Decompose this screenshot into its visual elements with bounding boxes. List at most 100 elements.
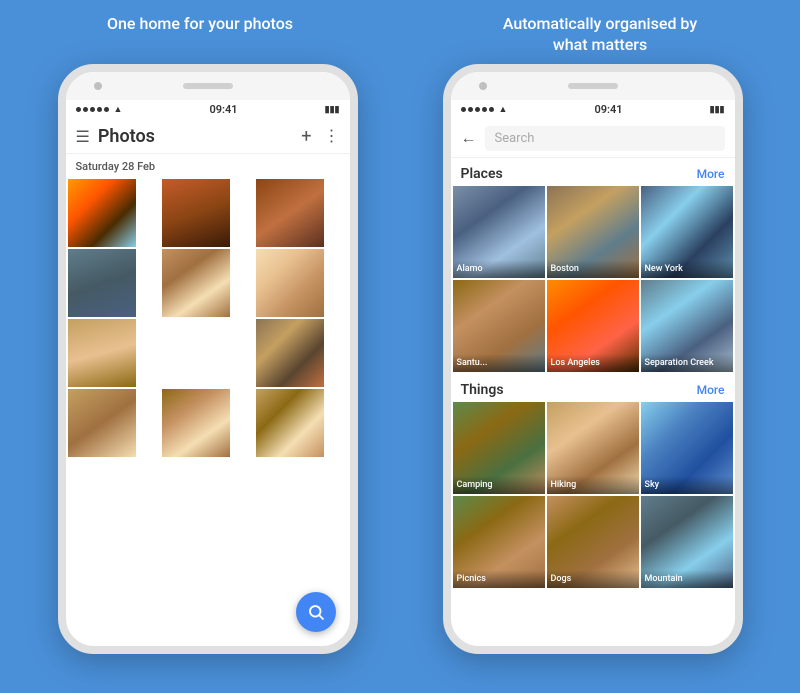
boston-label: Boston [547, 260, 639, 278]
more-icon[interactable]: ⋮ [324, 126, 340, 147]
camping-label: Camping [453, 476, 545, 494]
photo-img-4 [68, 249, 136, 317]
search-input[interactable]: Search [485, 126, 725, 151]
photos-toolbar: ☰ Photos + ⋮ [66, 120, 350, 154]
dogs-label: Dogs [547, 570, 639, 588]
hiking-label: Hiking [547, 476, 639, 494]
photo-img-2 [162, 179, 230, 247]
category-sep[interactable]: Separation Creek [641, 280, 733, 372]
back-icon[interactable]: ← [461, 128, 477, 148]
phones-row: ▲ 09:41 ▮▮▮ ☰ Photos + ⋮ Saturday 28 Feb [0, 64, 800, 654]
wifi-icon-2: ▲ [499, 104, 508, 115]
mountain-label: Mountain [641, 570, 733, 588]
phone-1: ▲ 09:41 ▮▮▮ ☰ Photos + ⋮ Saturday 28 Feb [58, 64, 358, 654]
photo-outdoor[interactable] [68, 389, 136, 457]
photo-couple[interactable] [162, 179, 230, 247]
dot2b [468, 107, 473, 112]
toolbar-actions: + ⋮ [301, 126, 339, 147]
status-right-2: ▮▮▮ [710, 105, 725, 115]
places-grid: Alamo Boston New York Santu... Los Angel… [451, 186, 735, 374]
category-dogs[interactable]: Dogs [547, 496, 639, 588]
photo-dog[interactable] [256, 249, 324, 317]
speaker-2 [568, 83, 618, 89]
dot2 [83, 107, 88, 112]
hamburger-icon[interactable]: ☰ [76, 127, 90, 146]
camera-dot-1 [94, 82, 102, 90]
things-grid: Camping Hiking Sky Picnics Dogs [451, 402, 735, 590]
things-title: Things [461, 382, 504, 398]
phone-top-2 [451, 72, 735, 100]
picnics-label: Picnics [453, 570, 545, 588]
signal-dots-2: ▲ [461, 104, 508, 115]
dot3b [475, 107, 480, 112]
category-boston[interactable]: Boston [547, 186, 639, 278]
search-toolbar: ← Search [451, 120, 735, 158]
photo-img-11 [256, 389, 324, 457]
status-right-1: ▮▮▮ [325, 105, 340, 115]
camera-dot-2 [479, 82, 487, 90]
date-label: Saturday 28 Feb [66, 154, 350, 177]
status-bar-2: ▲ 09:41 ▮▮▮ [451, 100, 735, 120]
photo-woman-field[interactable] [162, 249, 230, 317]
dot4b [482, 107, 487, 112]
category-hiking[interactable]: Hiking [547, 402, 639, 494]
photo-grid [66, 177, 350, 459]
dot1 [76, 107, 81, 112]
add-icon[interactable]: + [301, 126, 311, 147]
santu-label: Santu... [453, 354, 545, 372]
dot1b [461, 107, 466, 112]
things-header: Things More [451, 374, 735, 402]
photo-group[interactable] [162, 389, 230, 457]
photo-img-5 [162, 249, 230, 317]
category-alamo[interactable]: Alamo [453, 186, 545, 278]
alamo-label: Alamo [453, 260, 545, 278]
header-row: One home for your photos Automatically o… [0, 0, 800, 64]
photo-img-7 [68, 319, 136, 387]
category-la[interactable]: Los Angeles [547, 280, 639, 372]
photo-kite[interactable] [256, 389, 324, 457]
photo-img-10 [162, 389, 230, 457]
newyork-label: New York [641, 260, 733, 278]
photo-img-6 [256, 249, 324, 317]
category-santu[interactable]: Santu... [453, 280, 545, 372]
status-bar-1: ▲ 09:41 ▮▮▮ [66, 100, 350, 120]
places-title: Places [461, 166, 503, 182]
speaker-1 [183, 83, 233, 89]
photo-woman-wrap[interactable] [68, 319, 136, 387]
photo-sunset[interactable] [68, 179, 136, 247]
search-fab[interactable] [296, 592, 336, 632]
places-header: Places More [451, 158, 735, 186]
sep-label: Separation Creek [641, 354, 733, 372]
phone-screen-1: ☰ Photos + ⋮ Saturday 28 Feb [66, 120, 350, 459]
category-mountain[interactable]: Mountain [641, 496, 733, 588]
battery-icon-1: ▮▮▮ [325, 105, 340, 115]
photos-title: Photos [98, 126, 301, 147]
places-more[interactable]: More [697, 167, 725, 181]
battery-icon-2: ▮▮▮ [710, 105, 725, 115]
category-camping[interactable]: Camping [453, 402, 545, 494]
left-header: One home for your photos [20, 14, 380, 56]
things-more[interactable]: More [697, 383, 725, 397]
dot5 [104, 107, 109, 112]
category-newyork[interactable]: New York [641, 186, 733, 278]
phone-2: ▲ 09:41 ▮▮▮ ← Search Places More Alamo [443, 64, 743, 654]
photo-img-3 [256, 179, 324, 247]
photo-img-9 [68, 389, 136, 457]
photo-img-1 [68, 179, 136, 247]
dot4 [97, 107, 102, 112]
category-picnics[interactable]: Picnics [453, 496, 545, 588]
status-time-1: 09:41 [209, 103, 237, 116]
photo-people-field[interactable] [256, 319, 324, 387]
phone-top-1 [66, 72, 350, 100]
dot5b [489, 107, 494, 112]
signal-dots-1: ▲ [76, 104, 123, 115]
sky-label: Sky [641, 476, 733, 494]
photo-woman[interactable] [256, 179, 324, 247]
phone-screen-2: ← Search Places More Alamo Boston [451, 120, 735, 590]
photo-man[interactable] [68, 249, 136, 317]
wifi-icon-1: ▲ [114, 104, 123, 115]
category-sky[interactable]: Sky [641, 402, 733, 494]
photo-img-8 [256, 319, 324, 387]
search-scroll: Places More Alamo Boston New York Santu.… [451, 158, 735, 590]
status-time-2: 09:41 [594, 103, 622, 116]
